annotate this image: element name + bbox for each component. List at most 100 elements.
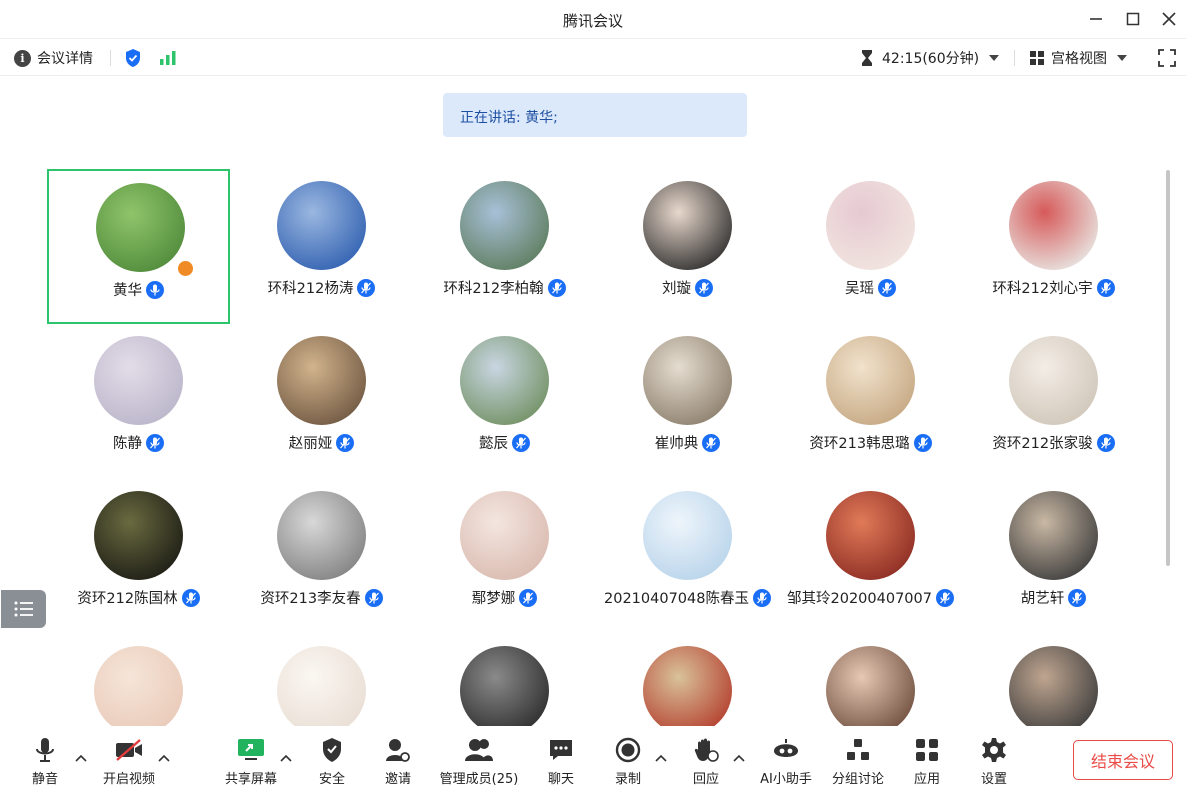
mic-muted-icon bbox=[181, 588, 200, 607]
end-meeting-button[interactable]: 结束会议 bbox=[1073, 740, 1173, 780]
participant-tile[interactable]: 刘璇 bbox=[596, 169, 779, 324]
view-mode-button[interactable]: 宫格视图 bbox=[1029, 48, 1127, 68]
avatar bbox=[643, 646, 732, 735]
participant-tile[interactable]: 环科212刘心宇 bbox=[962, 169, 1145, 324]
participant-name: 环科212李柏翰 bbox=[443, 281, 544, 297]
record-label: 录制 bbox=[614, 772, 641, 787]
participant-name: 鄢梦娜 bbox=[471, 591, 516, 607]
avatar bbox=[826, 181, 915, 270]
member-list-toggle-button[interactable] bbox=[1, 590, 46, 628]
security-label: 安全 bbox=[318, 772, 345, 787]
avatar bbox=[94, 336, 183, 425]
scrollbar-thumb[interactable] bbox=[1166, 170, 1170, 566]
mic-muted-icon bbox=[364, 588, 383, 607]
chevron-up-icon[interactable] bbox=[158, 752, 170, 764]
breakout-icon bbox=[846, 736, 870, 764]
maximize-icon[interactable] bbox=[1122, 8, 1144, 30]
participant-name: 赵丽娅 bbox=[288, 436, 333, 452]
fullscreen-icon[interactable] bbox=[1158, 48, 1176, 68]
avatar bbox=[460, 646, 549, 735]
avatar bbox=[277, 181, 366, 270]
invite-button[interactable]: 邀请 bbox=[353, 736, 443, 787]
meeting-window: 腾讯会议 i 会议详情 42:15(60分钟) 宫格视图 正在讲话: 黄华; 黄… bbox=[0, 0, 1186, 794]
chat-icon bbox=[548, 736, 574, 764]
avatar bbox=[826, 336, 915, 425]
mic-muted-icon bbox=[336, 433, 355, 452]
minimize-icon[interactable] bbox=[1085, 8, 1107, 30]
participant-tile[interactable]: 20210407048陈春玉 bbox=[596, 479, 779, 634]
mic-muted-icon bbox=[357, 278, 376, 297]
participant-name-row: 资环212陈国林 bbox=[47, 587, 230, 608]
top-toolbar: i 会议详情 42:15(60分钟) 宫格视图 bbox=[0, 38, 1186, 76]
participant-name-row: 崔帅典 bbox=[596, 432, 779, 453]
participant-name-row: 鄢梦娜 bbox=[413, 587, 596, 608]
shield-icon[interactable] bbox=[124, 48, 142, 68]
participant-name-row: 黄华 bbox=[49, 279, 228, 300]
participant-tile[interactable]: 陈静 bbox=[47, 324, 230, 479]
divider bbox=[110, 50, 111, 66]
avatar bbox=[826, 646, 915, 735]
participant-name: 环科212刘心宇 bbox=[992, 281, 1093, 297]
participant-name: 刘璇 bbox=[662, 281, 691, 297]
invite-label: 邀请 bbox=[384, 772, 411, 787]
participant-tile[interactable]: 资环212张家骏 bbox=[962, 324, 1145, 479]
members-icon bbox=[464, 736, 494, 764]
breakout-label: 分组讨论 bbox=[831, 772, 884, 787]
bottom-toolbar: 静音 开启视频 共享屏幕 安全 邀请 管理成员(25) 聊天 录制 回应 AI小… bbox=[0, 726, 1186, 794]
participant-tile[interactable]: 邹其玲20200407007 bbox=[779, 479, 962, 634]
meeting-details-button[interactable]: i 会议详情 bbox=[14, 48, 93, 68]
participant-tile[interactable]: 资环213李友春 bbox=[230, 479, 413, 634]
participant-tile[interactable]: 黄华 bbox=[47, 169, 230, 324]
mic-muted-icon bbox=[752, 588, 771, 607]
participant-tile[interactable]: 环科212李柏翰 bbox=[413, 169, 596, 324]
manage-members-button[interactable]: 管理成员(25) bbox=[434, 736, 524, 787]
mic-muted-icon bbox=[146, 433, 164, 452]
share-screen-label: 共享屏幕 bbox=[224, 772, 277, 787]
avatar bbox=[460, 491, 549, 580]
mic-muted-icon bbox=[702, 433, 721, 452]
participant-name-row: 刘璇 bbox=[596, 277, 779, 298]
microphone-icon bbox=[34, 736, 56, 764]
participant-name-row: 资环213韩思璐 bbox=[779, 432, 962, 453]
mic-muted-icon bbox=[695, 278, 713, 297]
participant-name: 邹其玲20200407007 bbox=[787, 591, 932, 607]
participant-tile[interactable]: 资环213韩思璐 bbox=[779, 324, 962, 479]
avatar bbox=[643, 181, 732, 270]
participant-name: 环科212杨涛 bbox=[267, 281, 354, 297]
meeting-timer-button[interactable]: 42:15(60分钟) bbox=[860, 48, 1000, 68]
signal-icon[interactable] bbox=[159, 48, 177, 68]
apps-grid-icon bbox=[915, 736, 939, 764]
divider bbox=[1014, 50, 1015, 66]
participant-tile[interactable]: 赵丽娅 bbox=[230, 324, 413, 479]
mic-muted-icon bbox=[547, 278, 566, 297]
participant-name-row: 陈静 bbox=[47, 432, 230, 453]
close-icon[interactable] bbox=[1158, 8, 1180, 30]
participant-tile[interactable]: 吴瑶 bbox=[779, 169, 962, 324]
settings-button[interactable]: 设置 bbox=[949, 736, 1039, 787]
avatar bbox=[643, 336, 732, 425]
participant-name-row: 资环212张家骏 bbox=[962, 432, 1145, 453]
chat-label: 聊天 bbox=[547, 772, 574, 787]
participant-name-row: 懿辰 bbox=[413, 432, 596, 453]
participant-tile[interactable]: 崔帅典 bbox=[596, 324, 779, 479]
avatar bbox=[1009, 336, 1098, 425]
participant-tile[interactable]: 环科212杨涛 bbox=[230, 169, 413, 324]
participant-name: 胡艺轩 bbox=[1020, 591, 1065, 607]
grid-view-icon bbox=[1030, 51, 1044, 65]
avatar bbox=[1009, 646, 1098, 735]
mic-muted-icon bbox=[913, 433, 932, 452]
participant-tile[interactable]: 胡艺轩 bbox=[962, 479, 1145, 634]
speaking-banner: 正在讲话: 黄华; bbox=[443, 93, 747, 137]
shield-check-icon bbox=[321, 736, 343, 764]
participant-name-row: 资环213李友春 bbox=[230, 587, 413, 608]
window-title: 腾讯会议 bbox=[562, 12, 623, 30]
participant-tile[interactable]: 懿辰 bbox=[413, 324, 596, 479]
mic-muted-icon bbox=[512, 433, 530, 452]
participant-tile[interactable]: 资环212陈国林 bbox=[47, 479, 230, 634]
chevron-down-icon bbox=[1117, 55, 1127, 61]
participant-tile[interactable]: 鄢梦娜 bbox=[413, 479, 596, 634]
chevron-down-icon bbox=[989, 55, 1000, 61]
participant-name: 20210407048陈春玉 bbox=[604, 591, 749, 607]
video-off-icon bbox=[114, 736, 144, 764]
avatar bbox=[460, 336, 549, 425]
